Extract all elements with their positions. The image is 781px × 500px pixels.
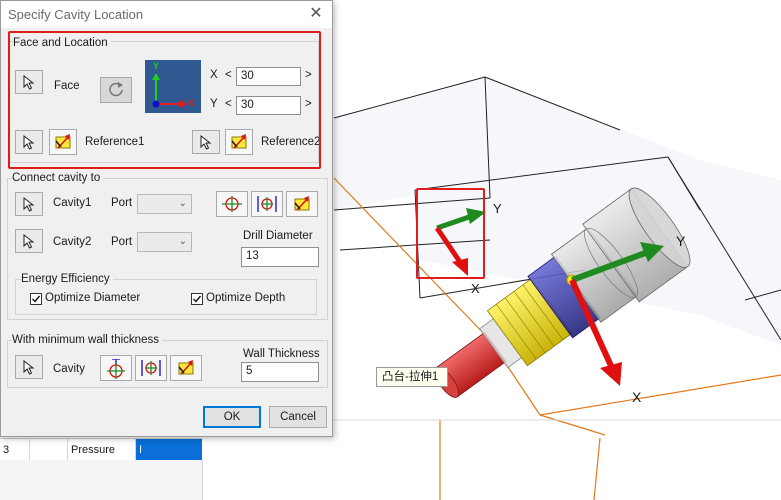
background-table-row[interactable]: 3 Pressure I	[0, 438, 202, 461]
pointer-icon	[23, 234, 35, 249]
row-number: 3	[0, 439, 30, 461]
feature-tooltip: 凸台-拉伸1	[376, 367, 448, 387]
crosshair-target-icon	[107, 359, 125, 379]
connect-pick-button[interactable]	[286, 191, 318, 217]
dialog-title: Specify Cavity Location	[8, 7, 144, 22]
parallel-target-icon	[141, 360, 161, 376]
port2-label: Port	[111, 236, 133, 248]
background-panel	[0, 460, 203, 500]
cavity1-select-button[interactable]	[15, 192, 43, 216]
table-cell-empty[interactable]	[30, 439, 68, 461]
checkmark-icon	[32, 295, 41, 303]
pick-reference-icon	[294, 196, 310, 211]
pointer-icon	[23, 360, 35, 375]
chevron-down-icon: ⌄	[178, 236, 187, 247]
cavity1-label: Cavity1	[53, 197, 92, 209]
wall-thickness-label: Wall Thickness	[243, 348, 320, 360]
wall-parallel-button[interactable]	[135, 355, 167, 381]
checkmark-icon	[193, 295, 202, 303]
wall-cavity-label: Cavity	[53, 363, 85, 375]
local-axis-y-label: Y	[493, 201, 502, 216]
wall-pick-button[interactable]	[170, 355, 202, 381]
optimize-depth-label[interactable]: Optimize Depth	[206, 292, 285, 304]
cavity2-label: Cavity2	[53, 236, 92, 248]
cavity2-select-button[interactable]	[15, 229, 43, 253]
chevron-down-icon: ⌄	[178, 198, 187, 209]
part-axis-y-label: Y	[676, 233, 686, 249]
face-location-highlight	[8, 31, 321, 169]
specify-cavity-location-dialog: Specify Cavity Location ✕ Face and Locat…	[0, 0, 333, 437]
wall-thickness-group-label: With minimum wall thickness	[12, 334, 162, 346]
ok-button[interactable]: OK	[203, 406, 261, 428]
drill-diameter-label: Drill Diameter	[243, 230, 313, 242]
port1-select[interactable]: ⌄	[137, 194, 192, 214]
wall-crosshair-button[interactable]	[100, 355, 132, 381]
part-axis-x-label: X	[632, 389, 642, 405]
dialog-titlebar[interactable]: Specify Cavity Location ✕	[1, 1, 332, 28]
table-cell-selected[interactable]: I	[136, 439, 202, 461]
optimize-diameter-label[interactable]: Optimize Diameter	[45, 292, 140, 304]
crosshair-target-icon	[222, 196, 242, 212]
port2-select[interactable]: ⌄	[137, 232, 192, 252]
connect-parallel-button[interactable]	[251, 191, 283, 217]
pointer-icon	[23, 197, 35, 212]
cancel-button[interactable]: Cancel	[269, 406, 327, 428]
close-button[interactable]: ✕	[306, 4, 326, 24]
optimize-diameter-checkbox[interactable]	[30, 293, 42, 305]
optimize-depth-checkbox[interactable]	[191, 293, 203, 305]
connect-cavity-group-label: Connect cavity to	[12, 172, 104, 184]
drill-diameter-input[interactable]: 13	[241, 247, 319, 267]
local-axis-highlight	[416, 188, 485, 279]
parallel-target-icon	[257, 196, 277, 212]
energy-efficiency-group-label: Energy Efficiency	[21, 273, 113, 285]
wall-cavity-select-button[interactable]	[15, 355, 43, 379]
port1-label: Port	[111, 197, 133, 209]
wall-thickness-input[interactable]: 5	[241, 362, 319, 382]
pick-reference-icon	[178, 360, 194, 375]
local-axis-x-label: X	[471, 281, 480, 296]
connect-crosshair-button[interactable]	[216, 191, 248, 217]
table-cell-type[interactable]: Pressure	[68, 439, 136, 461]
